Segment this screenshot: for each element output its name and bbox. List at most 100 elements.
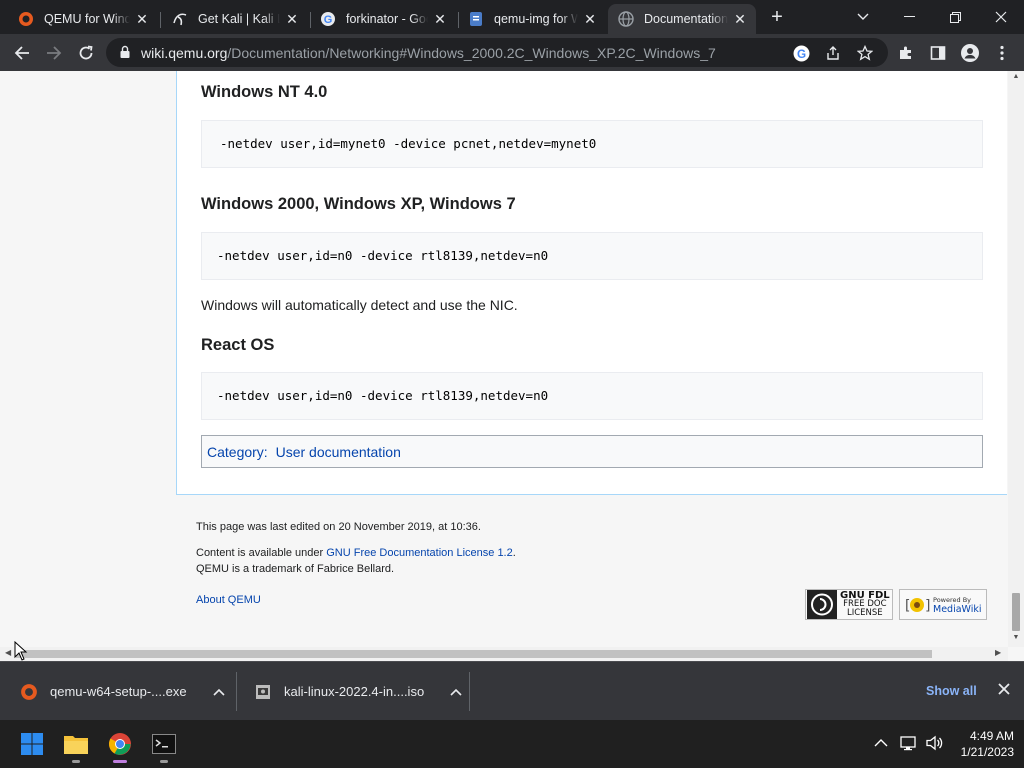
clock-time: 4:49 AM: [969, 729, 1014, 743]
arrow-right-icon: [47, 46, 62, 60]
scroll-right-arrow[interactable]: ▶: [995, 648, 1001, 657]
section-heading: React OS: [201, 336, 275, 354]
footer-last-edited: This page was last edited on 20 November…: [196, 521, 481, 533]
clock-date: 1/21/2023: [960, 745, 1014, 759]
scroll-down-arrow[interactable]: ▼: [1012, 634, 1020, 641]
svg-text:]: ]: [924, 598, 931, 614]
horizontal-scroll-thumb[interactable]: [16, 650, 932, 658]
terminal-icon: [152, 734, 176, 754]
lock-icon[interactable]: [118, 45, 132, 59]
back-button[interactable]: [8, 39, 36, 67]
doc-icon: [468, 11, 484, 27]
svg-text:G: G: [796, 47, 805, 60]
section-heading: Windows NT 4.0: [201, 83, 328, 101]
close-icon[interactable]: ✕: [582, 11, 598, 27]
extensions-icon[interactable]: [896, 43, 916, 63]
new-tab-button[interactable]: +: [766, 6, 788, 28]
kali-icon: [172, 11, 188, 27]
close-icon: [998, 683, 1010, 695]
vertical-scroll-thumb[interactable]: [1012, 593, 1020, 631]
tab-title: forkinator - Google: [346, 12, 428, 26]
forward-button[interactable]: [40, 39, 68, 67]
mediawiki-badge[interactable]: [] Powered By MediaWiki: [899, 589, 987, 620]
gnu-logo-icon: [807, 590, 837, 619]
windows-logo-icon: [21, 733, 43, 755]
close-icon[interactable]: ✕: [284, 11, 300, 27]
side-panel-icon[interactable]: [928, 43, 948, 63]
tab-title: QEMU for Windows: [44, 12, 130, 26]
gnu-badge-line3: LICENSE: [847, 608, 883, 618]
running-indicator: [72, 760, 80, 763]
minimize-icon: [903, 16, 915, 17]
share-icon[interactable]: [824, 44, 842, 62]
browser-toolbar: wiki.qemu.org/Documentation/Networking#W…: [0, 34, 1024, 71]
scroll-left-arrow[interactable]: ◀: [5, 648, 11, 657]
section-heading: Windows 2000, Windows XP, Windows 7: [201, 195, 516, 213]
download-item-kali[interactable]: kali-linux-2022.4-in....iso: [254, 662, 462, 721]
google-icon: G: [320, 11, 336, 27]
chrome-icon: [109, 733, 131, 755]
system-clock[interactable]: 4:49 AM 1/21/2023: [950, 728, 1014, 760]
active-indicator: [113, 760, 127, 763]
category-label-link[interactable]: Category:: [207, 444, 268, 460]
mw-badge-line2: MediaWiki: [933, 603, 982, 615]
google-lens-icon[interactable]: G: [792, 44, 810, 62]
code-block: -netdev user,id=n0 -device rtl8139,netde…: [201, 232, 983, 280]
chevron-up-icon[interactable]: [213, 685, 225, 699]
section-note: Windows will automatically detect and us…: [201, 297, 518, 313]
url-text[interactable]: wiki.qemu.org/Documentation/Networking#W…: [141, 45, 716, 61]
close-icon[interactable]: ✕: [432, 11, 448, 27]
footer-trademark: QEMU is a trademark of Fabrice Bellard.: [196, 563, 395, 575]
footer-license: Content is available under GNU Free Docu…: [196, 547, 516, 559]
bookmark-star-icon[interactable]: [856, 44, 874, 62]
qemu-icon: [18, 11, 34, 27]
reload-button[interactable]: [72, 39, 100, 67]
close-shelf-button[interactable]: [998, 682, 1010, 700]
running-indicator: [160, 760, 168, 763]
show-all-downloads-button[interactable]: Show all: [926, 684, 977, 698]
minimize-button[interactable]: [886, 0, 932, 34]
taskbar-terminal[interactable]: [148, 728, 180, 763]
footer-license-suffix: .: [512, 547, 516, 559]
close-icon[interactable]: ✕: [134, 11, 150, 27]
tab-qemu-windows[interactable]: QEMU for Windows ✕: [8, 4, 158, 34]
menu-kebab-icon[interactable]: [992, 43, 1012, 63]
chevron-up-icon[interactable]: [450, 685, 462, 699]
code-block: -netdev user,id=mynet0 -device pcnet,net…: [201, 120, 983, 168]
volume-icon[interactable]: [926, 735, 944, 754]
horizontal-scrollbar[interactable]: ◀ ▶: [0, 647, 1008, 661]
tab-title: qemu-img for Windows: [494, 12, 578, 26]
download-filename: kali-linux-2022.4-in....iso: [284, 684, 425, 699]
about-qemu-link[interactable]: About QEMU: [196, 594, 261, 606]
arrow-left-icon: [14, 46, 29, 60]
tab-kali[interactable]: Get Kali | Kali Linux ✕: [162, 4, 308, 34]
restore-button[interactable]: [932, 0, 978, 34]
tab-google[interactable]: G forkinator - Google ✕: [310, 4, 456, 34]
tab-strip: QEMU for Windows ✕ Get Kali | Kali Linux…: [0, 0, 1024, 34]
url-path: /Documentation/Networking#Windows_2000.2…: [227, 45, 716, 61]
taskbar-chrome[interactable]: [104, 728, 136, 763]
download-item-qemu[interactable]: qemu-w64-setup-....exe: [20, 662, 225, 721]
vertical-scrollbar[interactable]: ▲ ▼: [1008, 71, 1024, 647]
tab-qemu-img[interactable]: qemu-img for Windows ✕: [458, 4, 606, 34]
footer-license-prefix: Content is available under: [196, 547, 327, 559]
mediawiki-sunflower-icon: []: [903, 597, 931, 614]
address-bar[interactable]: wiki.qemu.org/Documentation/Networking#W…: [106, 38, 888, 67]
tab-search-button[interactable]: [840, 0, 886, 34]
scroll-up-arrow[interactable]: ▲: [1012, 73, 1020, 80]
close-icon: [995, 11, 1007, 23]
reload-icon: [79, 45, 93, 60]
tab-documentation-networking[interactable]: Documentation/Networking ✕: [608, 4, 756, 34]
category-link[interactable]: User documentation: [276, 444, 401, 460]
taskbar-file-explorer[interactable]: [60, 728, 92, 763]
download-shelf: qemu-w64-setup-....exe kali-linux-2022.4…: [0, 661, 1024, 720]
tray-overflow-button[interactable]: [874, 734, 888, 750]
license-link[interactable]: GNU Free Documentation License 1.2: [326, 547, 512, 559]
close-window-button[interactable]: [978, 0, 1024, 34]
url-host: wiki.qemu.org: [141, 45, 228, 61]
profile-icon[interactable]: [960, 43, 980, 63]
close-icon[interactable]: ✕: [732, 11, 748, 27]
gnu-fdl-badge[interactable]: GNU FDL FREE DOC LICENSE: [805, 589, 893, 620]
start-button[interactable]: [16, 728, 48, 760]
network-icon[interactable]: [900, 735, 918, 754]
